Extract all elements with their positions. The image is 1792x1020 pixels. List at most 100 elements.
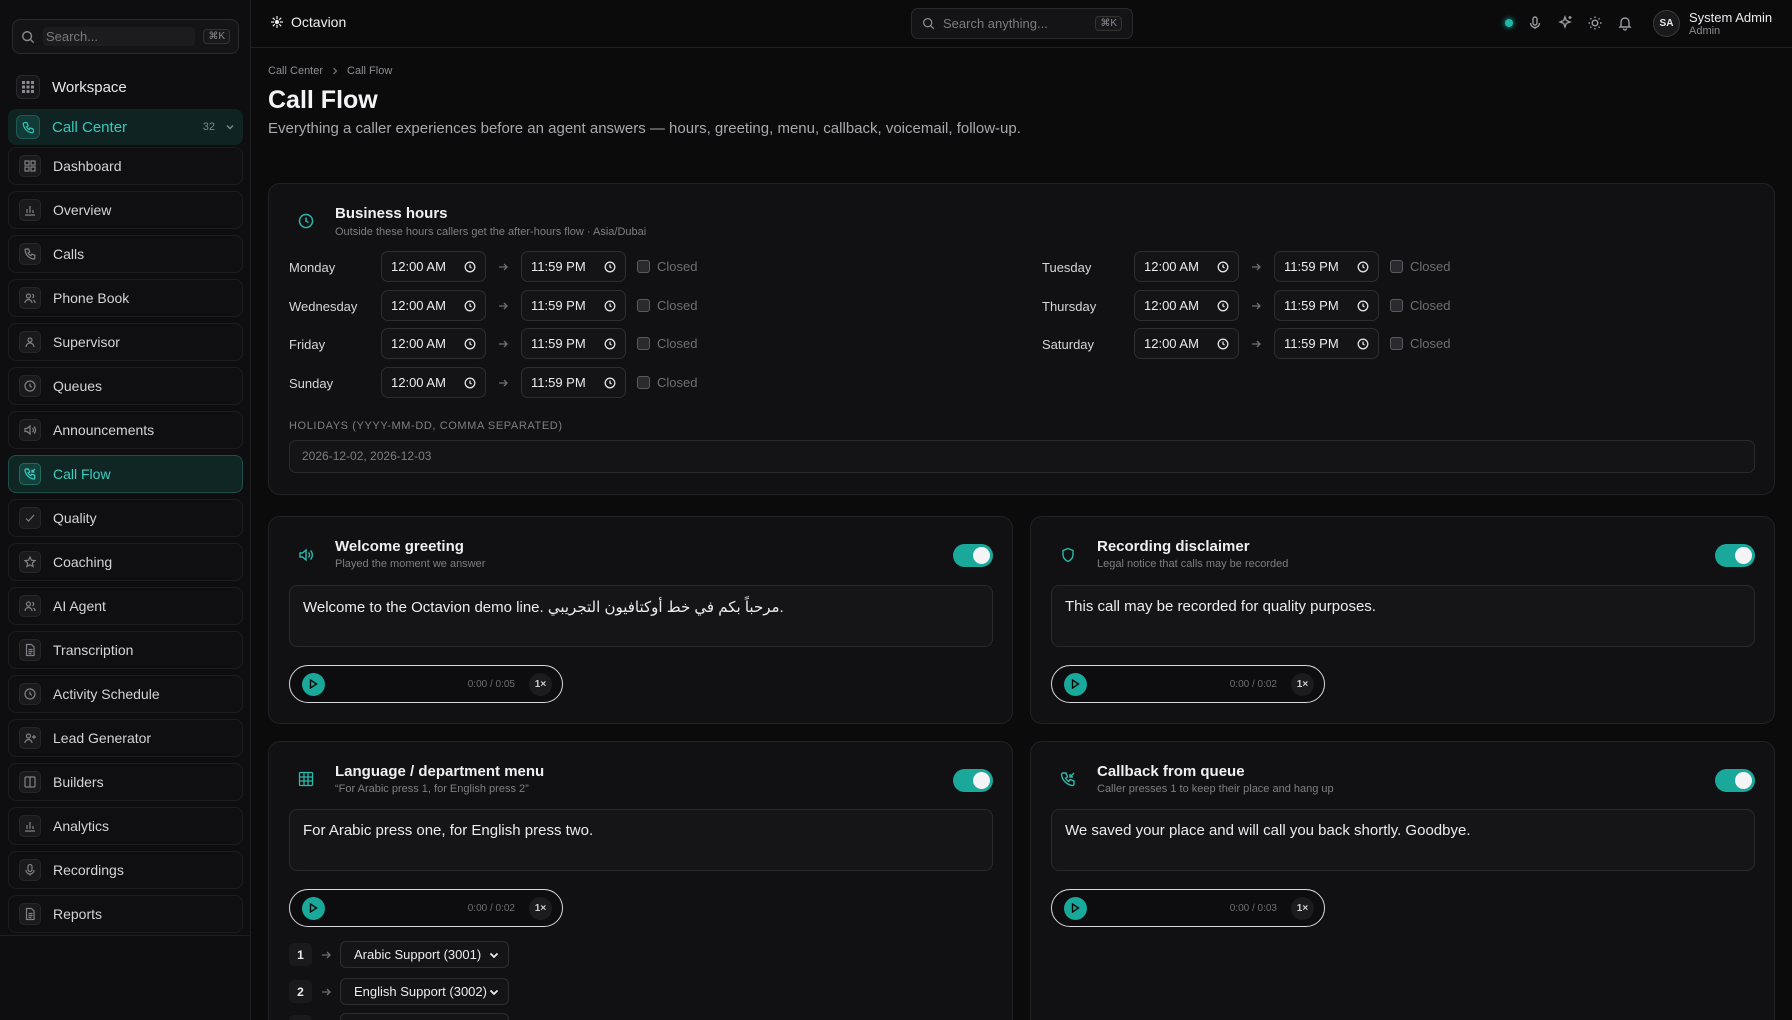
sidebar-item-activity-schedule[interactable]: Activity Schedule [8,675,243,713]
checkbox[interactable] [1390,299,1403,312]
sidebar-item-coaching[interactable]: Coaching [8,543,243,581]
playback-speed-button[interactable]: 1× [1291,672,1314,696]
play-icon[interactable] [302,896,325,920]
sunday-open-time[interactable]: 12:00 AM [381,367,486,398]
sidebar-item-dashboard[interactable]: Dashboard [8,147,243,185]
sidebar-item-lead-generator[interactable]: Lead Generator [8,719,243,757]
welcome-audio-player: 0:00 / 0:05 1× [289,665,563,703]
playback-speed-button[interactable]: 1× [1291,896,1314,920]
playback-speed-button[interactable]: 1× [529,672,552,696]
saturday-close-time[interactable]: 11:59 PM [1274,328,1379,359]
phone-flow-icon [19,463,41,485]
time-value: 11:59 PM [531,298,586,313]
sidebar-item-recordings[interactable]: Recordings [8,851,243,889]
time-value: 12:00 AM [391,298,446,313]
friday-close-time[interactable]: 11:59 PM [521,328,626,359]
play-icon[interactable] [1064,672,1087,696]
brand[interactable]: Octavion [271,14,346,30]
wednesday-open-time[interactable]: 12:00 AM [381,290,486,321]
sidebar-item-quality[interactable]: Quality [8,499,243,537]
checkbox[interactable] [1390,337,1403,350]
sidebar-search[interactable]: Search... ⌘K [12,19,239,54]
wednesday-closed-checkbox[interactable]: Closed [637,298,697,313]
holidays-input[interactable]: 2026-12-02, 2026-12-03 [289,440,1755,473]
global-search[interactable]: Search anything... ⌘K [911,8,1133,39]
sidebar-item-calls[interactable]: Calls [8,235,243,273]
disclaimer-text-field[interactable]: This call may be recorded for quality pu… [1051,585,1755,647]
callback-toggle[interactable] [1715,769,1755,792]
sunday-closed-checkbox[interactable]: Closed [637,375,697,390]
playback-speed-button[interactable]: 1× [529,896,552,920]
welcome-toggle[interactable] [953,544,993,567]
menu-target-select[interactable]: English Support (3002) [340,978,509,1005]
sidebar-item-label: Call Flow [53,466,111,482]
sidebar-item-call-flow[interactable]: Call Flow [8,455,243,493]
audio-time: 0:00 / 0:02 [1229,678,1277,690]
thursday-close-time[interactable]: 11:59 PM [1274,290,1379,321]
saturday-open-time[interactable]: 12:00 AM [1134,328,1239,359]
sidebar-item-supervisor[interactable]: Supervisor [8,323,243,361]
disclaimer-toggle[interactable] [1715,544,1755,567]
arrow-right-icon [1252,340,1261,348]
monday-close-time[interactable]: 11:59 PM [521,251,626,282]
callback-text-field[interactable]: We saved your place and will call you ba… [1051,809,1755,871]
chevron-down-icon[interactable] [225,122,235,132]
monday-open-time[interactable]: 12:00 AM [381,251,486,282]
sidebar-item-phone-book[interactable]: Phone Book [8,279,243,317]
tuesday-closed-checkbox[interactable]: Closed [1390,259,1450,274]
sunday-close-time[interactable]: 11:59 PM [521,367,626,398]
menu-toggle[interactable] [953,769,993,792]
mic-icon[interactable] [1527,15,1543,31]
sidebar-item-overview[interactable]: Overview [8,191,243,229]
play-icon[interactable] [1064,896,1087,920]
sidebar-item-analytics[interactable]: Analytics [8,807,243,845]
checkbox[interactable] [637,376,650,389]
checkbox[interactable] [637,337,650,350]
checkbox[interactable] [637,260,650,273]
menu-key: 2 [289,980,312,1003]
sun-icon[interactable] [1587,15,1603,31]
sidebar-item-reports[interactable]: Reports [8,895,243,933]
sidebar-item-transcription[interactable]: Transcription [8,631,243,669]
sidebar-item-announcements[interactable]: Announcements [8,411,243,449]
sidebar-item-label: Transcription [53,642,134,658]
menu-target-select[interactable]: Arabic Support (3001) [340,941,509,968]
menu-target-select[interactable] [340,1013,509,1020]
search-icon [922,17,935,30]
time-value: 12:00 AM [1144,298,1199,313]
sidebar-item-ai-agent[interactable]: AI Agent [8,587,243,625]
checkbox[interactable] [637,299,650,312]
bell-icon[interactable] [1617,15,1633,31]
clock-icon [19,683,41,705]
search-icon [22,30,35,43]
checkbox[interactable] [1390,260,1403,273]
day-label-tuesday: Tuesday [1042,260,1092,275]
breadcrumb-item[interactable]: Call Center [268,65,323,77]
thursday-closed-checkbox[interactable]: Closed [1390,298,1450,313]
wednesday-close-time[interactable]: 11:59 PM [521,290,626,321]
global-search-input[interactable]: Search anything... [943,16,1095,31]
sparkle-icon[interactable] [1557,15,1573,31]
sidebar-item-label: Lead Generator [53,730,152,746]
friday-open-time[interactable]: 12:00 AM [381,328,486,359]
play-icon[interactable] [302,672,325,696]
saturday-closed-checkbox[interactable]: Closed [1390,336,1450,351]
tuesday-open-time[interactable]: 12:00 AM [1134,251,1239,282]
menu-text-field[interactable]: For Arabic press one, for English press … [289,809,993,871]
user-menu[interactable]: SA System Admin Admin [1653,10,1772,37]
speaker-icon [299,548,313,562]
sidebar-search-input[interactable]: Search... [43,27,196,46]
sidebar-item-label: Analytics [53,818,110,834]
star-icon [19,551,41,573]
welcome-text-field[interactable]: Welcome to the Octavion demo line. مرحبا… [289,585,993,647]
tuesday-close-time[interactable]: 11:59 PM [1274,251,1379,282]
toggle-knob [1735,772,1752,789]
friday-closed-checkbox[interactable]: Closed [637,336,697,351]
document-icon [19,903,41,925]
sidebar-item-builders[interactable]: Builders [8,763,243,801]
thursday-open-time[interactable]: 12:00 AM [1134,290,1239,321]
sidebar-workspace[interactable]: Workspace [16,75,127,99]
sidebar-group-call-center[interactable]: Call Center 32 [8,109,243,145]
monday-closed-checkbox[interactable]: Closed [637,259,697,274]
sidebar-item-queues[interactable]: Queues [8,367,243,405]
